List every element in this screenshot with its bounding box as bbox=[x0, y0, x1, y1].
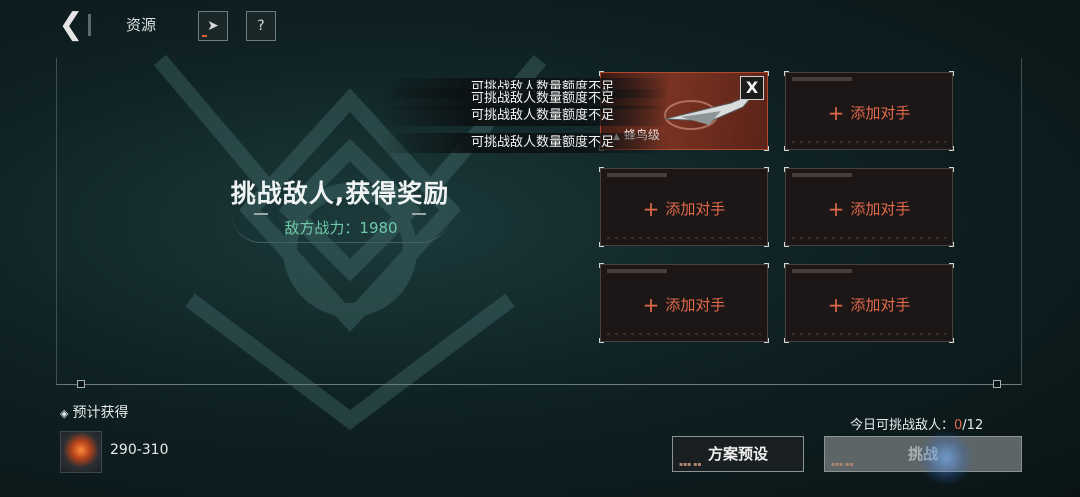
frame-tick-left bbox=[77, 380, 85, 388]
title-divider bbox=[88, 14, 91, 36]
preset-plan-button[interactable]: 方案预设 ▪▪▪ ▪▪ bbox=[672, 436, 804, 472]
page-title: 资源 bbox=[126, 16, 157, 34]
diamond-icon: ◈ bbox=[60, 407, 69, 420]
opponent-slot-4[interactable]: + 添加对手 bbox=[784, 167, 954, 247]
rocket-icon: ➤ bbox=[207, 18, 219, 34]
add-opponent-label: 添加对手 bbox=[850, 200, 911, 218]
rocket-button[interactable]: ➤ bbox=[198, 11, 228, 41]
enemy-power-label: 敌方战力： bbox=[284, 219, 360, 237]
add-opponent-label: 添加对手 bbox=[665, 200, 726, 218]
help-icon: ? bbox=[257, 18, 265, 34]
frame-tick-right bbox=[993, 380, 1001, 388]
add-opponent-button[interactable]: + 添加对手 bbox=[786, 101, 952, 125]
toast-message: 可挑战敌人数量额度不足 bbox=[380, 106, 670, 126]
button-deco: ▪▪▪ ▪▪ bbox=[831, 461, 854, 468]
add-opponent-button[interactable]: + 添加对手 bbox=[601, 197, 767, 221]
top-bar: ❮ 资源 ➤ ? bbox=[0, 0, 1080, 46]
plus-icon: + bbox=[827, 101, 845, 125]
add-opponent-label: 添加对手 bbox=[850, 104, 911, 122]
plus-icon: + bbox=[827, 197, 845, 221]
add-opponent-button[interactable]: + 添加对手 bbox=[786, 293, 952, 317]
add-opponent-button[interactable]: + 添加对手 bbox=[601, 293, 767, 317]
preset-plan-label: 方案预设 bbox=[707, 445, 768, 463]
expected-rewards-title: ◈ 预计获得 bbox=[60, 402, 128, 422]
chevron-left-icon: ❮ bbox=[58, 7, 84, 42]
add-opponent-label: 添加对手 bbox=[850, 296, 911, 314]
button-deco: ▪▪▪ ▪▪ bbox=[679, 461, 702, 468]
plus-icon: + bbox=[642, 197, 660, 221]
back-button[interactable]: ❮ bbox=[56, 10, 86, 40]
enemy-power-value: 1980 bbox=[359, 219, 398, 237]
opponent-slot-3[interactable]: + 添加对手 bbox=[599, 167, 769, 247]
page-headline: 挑战敌人,获得奖励 bbox=[230, 179, 450, 208]
enemy-power: 敌方战力：1980 bbox=[232, 214, 450, 243]
daily-challenge-count: 今日可挑战敌人：0/12 bbox=[850, 414, 983, 433]
toast-message: 可挑战敌人数量额度不足 bbox=[380, 133, 670, 153]
plus-icon: + bbox=[642, 293, 660, 317]
notification-dot bbox=[202, 35, 207, 37]
opponent-slot-5[interactable]: + 添加对手 bbox=[599, 263, 769, 343]
cursor-glow-effect bbox=[918, 430, 974, 486]
reward-range: 290-310 bbox=[110, 442, 169, 458]
add-opponent-label: 添加对手 bbox=[665, 296, 726, 314]
reward-item-icon[interactable] bbox=[60, 431, 102, 473]
opponent-slot-2[interactable]: + 添加对手 bbox=[784, 71, 954, 151]
opponent-slot-6[interactable]: + 添加对手 bbox=[784, 263, 954, 343]
remove-opponent-button[interactable]: X bbox=[740, 76, 764, 100]
help-button[interactable]: ? bbox=[246, 11, 276, 41]
add-opponent-button[interactable]: + 添加对手 bbox=[786, 197, 952, 221]
expected-rewards-label: 预计获得 bbox=[72, 405, 129, 421]
plus-icon: + bbox=[827, 293, 845, 317]
daily-total: /12 bbox=[962, 418, 984, 433]
